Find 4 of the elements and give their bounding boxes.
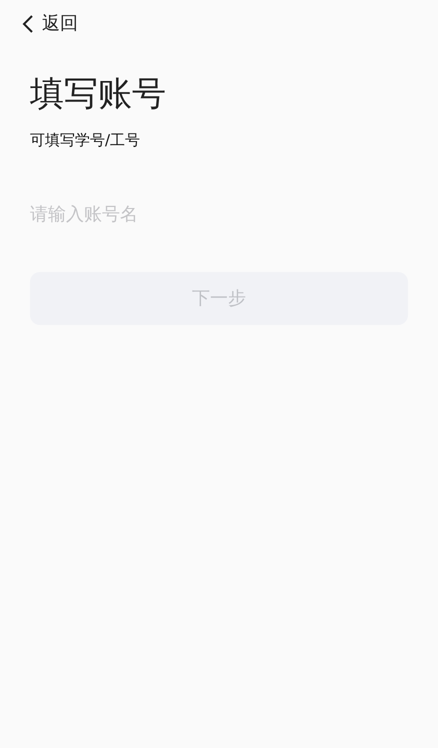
hint-text: 可填写学号/工号 bbox=[30, 130, 142, 151]
back-icon bbox=[22, 14, 34, 34]
back-button[interactable]: 返回 bbox=[22, 10, 82, 37]
page-title: 填写账号 bbox=[30, 74, 167, 115]
